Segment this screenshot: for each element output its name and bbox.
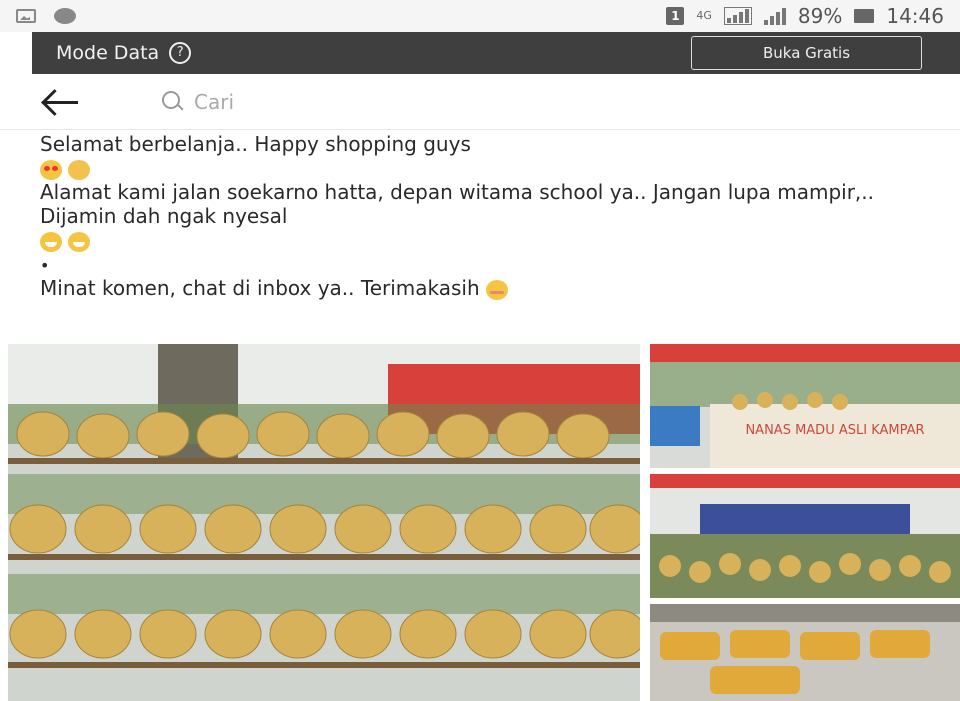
status-left [16,8,76,24]
data-mode-title: Mode Data [56,42,160,64]
post-line-3: Minat komen, chat di inbox ya.. Terimaka… [40,276,480,300]
back-arrow-icon[interactable] [40,87,84,117]
open-free-button[interactable]: Buka Gratis [691,36,922,70]
signal-icon [723,7,752,25]
post-line-1: Selamat berbelanja.. Happy shopping guys [40,132,471,156]
hugging-emoji [68,159,90,180]
bagged-pineapple-image [650,604,960,701]
gear-icon [54,8,76,24]
network-type: 4G [696,9,712,22]
status-bar: 1 4G 89% 14:46 [0,0,960,32]
post-text: Selamat berbelanja.. Happy shopping guys… [40,132,940,300]
blush-emoji [486,279,509,300]
post-line-2: Alamat kami jalan soekarno hatta, depan … [40,180,875,228]
search-icon [162,90,184,113]
battery-icon [854,9,875,23]
clock: 14:46 [886,4,944,28]
battery-percent: 89% [797,4,843,28]
photo-truck[interactable] [650,474,960,598]
post-paragraph-2: Alamat kami jalan soekarno hatta, depan … [40,180,940,252]
post-bullet: • [40,256,50,275]
grin-emoji [40,231,62,252]
post-paragraph-1: Selamat berbelanja.. Happy shopping guys [40,132,940,180]
grin-emoji [68,231,90,252]
photo-grid: NANAS MADU ASLI KAMPAR [8,344,960,701]
sim-icon: 1 [666,7,685,25]
image-icon [16,9,36,23]
search-box[interactable] [162,89,494,114]
pineapple-rack-image [8,344,640,701]
signal-2-icon [763,7,786,25]
truck-pineapples-image [650,474,960,598]
status-right: 1 4G 89% 14:46 [666,4,944,28]
search-row [0,74,960,130]
post-paragraph-3: • Minat komen, chat di inbox ya.. Terima… [40,252,940,300]
data-mode-bar: Mode Data ? Buka Gratis [32,32,960,74]
photo-stall[interactable]: NANAS MADU ASLI KAMPAR [650,344,960,468]
photo-main[interactable] [8,344,640,701]
photo-bags[interactable] [650,604,960,701]
stall-sign-text: NANAS MADU ASLI KAMPAR [745,423,924,438]
data-mode-left: Mode Data ? [56,42,192,64]
stall-image: NANAS MADU ASLI KAMPAR [650,344,960,468]
help-icon[interactable]: ? [169,42,192,64]
heart-eyes-emoji [40,159,62,180]
search-input[interactable] [194,89,494,114]
